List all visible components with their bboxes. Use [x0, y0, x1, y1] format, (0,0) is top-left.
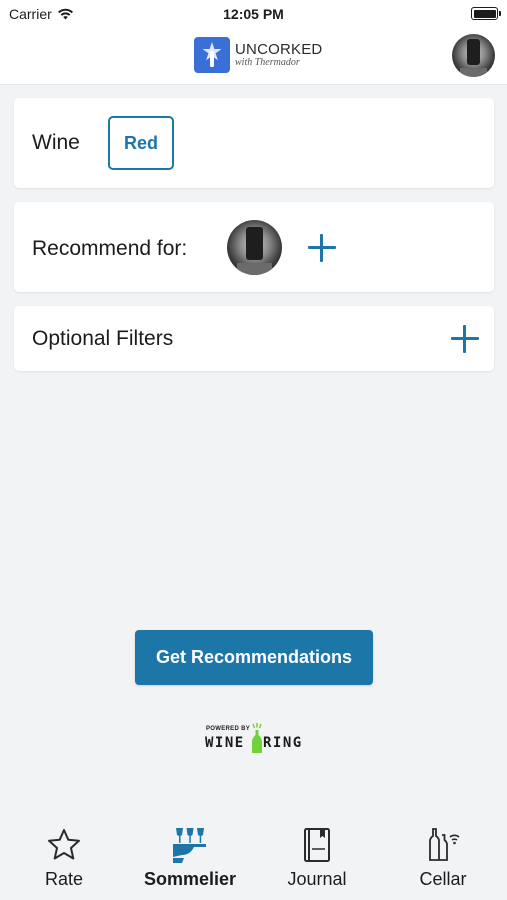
brand-title: UNCORKED: [235, 41, 323, 58]
tab-rate[interactable]: Rate: [9, 825, 119, 895]
optional-filters-label: Optional Filters: [32, 327, 174, 350]
uncorked-logo-icon: [194, 37, 230, 73]
nav-bar: UNCORKED with Thermador: [0, 28, 507, 85]
star-icon: [48, 829, 80, 860]
wine-label: Wine: [32, 131, 80, 154]
tab-sommelier-label: Sommelier: [143, 869, 237, 889]
tab-journal[interactable]: Journal: [262, 825, 372, 895]
status-bar: Carrier 12:05 PM: [0, 0, 507, 28]
brand-text: UNCORKED with Thermador: [235, 42, 322, 68]
optional-filters-card[interactable]: Optional Filters: [14, 306, 494, 371]
powered-brand-left: WINE: [205, 735, 245, 751]
tab-cellar[interactable]: Cellar: [388, 825, 498, 895]
tab-sommelier[interactable]: Sommelier: [135, 825, 245, 895]
powered-by-label: POWERED BY: [206, 726, 251, 732]
sommelier-icon: [173, 828, 206, 863]
wine-bottle-icon: [252, 723, 262, 753]
wine-type-red-button[interactable]: Red: [108, 116, 174, 170]
add-person-plus-icon[interactable]: [308, 234, 336, 262]
add-filter-plus-icon[interactable]: [451, 325, 479, 353]
recommend-for-label: Recommend for:: [32, 237, 188, 260]
get-recommendations-button[interactable]: Get Recommendations: [135, 630, 373, 685]
tab-journal-label: Journal: [287, 869, 347, 889]
tab-rate-label: Rate: [44, 869, 84, 889]
cellar-icon: [429, 828, 460, 861]
powered-brand-right: RING: [263, 735, 303, 751]
brand-subtitle: with Thermador: [235, 57, 300, 68]
profile-avatar[interactable]: [452, 34, 495, 77]
status-time: 12:05 PM: [223, 6, 284, 22]
powered-by-wine-ring-logo: POWERED BY WINE RING: [205, 720, 305, 756]
wine-type-card: Wine Red: [14, 98, 494, 188]
recommend-for-card: Recommend for:: [14, 202, 494, 292]
brand-logo-group: UNCORKED with Thermador: [194, 37, 322, 73]
battery-icon: [471, 7, 501, 20]
tab-cellar-label: Cellar: [419, 869, 467, 889]
recommend-user-avatar[interactable]: [227, 220, 282, 275]
tab-bar: Rate Sommelier Journal Cellar: [0, 815, 507, 900]
journal-icon: [304, 828, 330, 862]
